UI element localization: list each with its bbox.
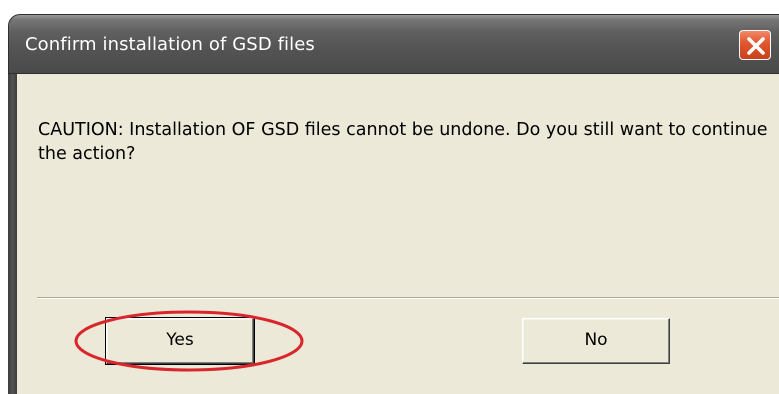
dialog-title: Confirm installation of GSD files (25, 34, 315, 55)
caution-message: CAUTION: Installation OF GSD files canno… (38, 120, 768, 164)
window-frame-left (8, 74, 17, 394)
yes-button[interactable]: Yes (105, 317, 255, 365)
button-separator (37, 297, 779, 299)
close-icon (747, 37, 765, 55)
no-button[interactable]: No (522, 318, 670, 364)
close-button[interactable] (739, 30, 771, 60)
confirm-dialog-window: Confirm installation of GSD files CAUTIO… (0, 0, 779, 394)
